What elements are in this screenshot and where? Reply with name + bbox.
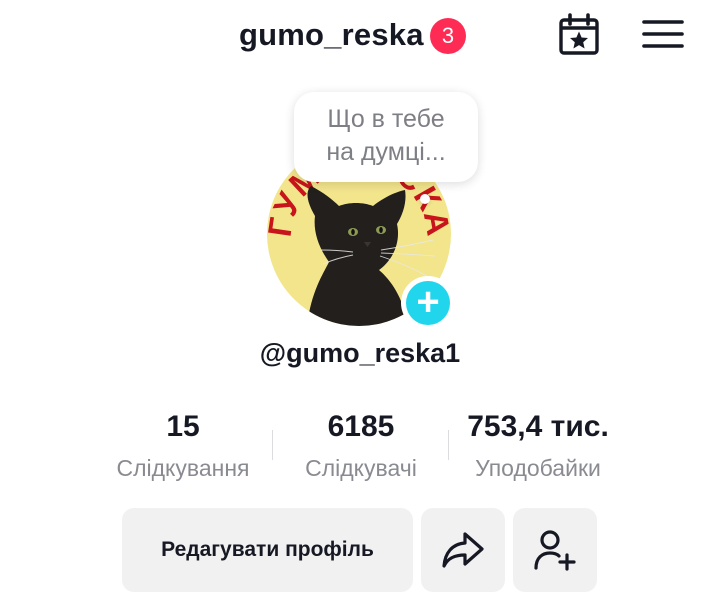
thought-bubble-tail (420, 194, 430, 204)
stat-divider (272, 430, 273, 460)
add-story-button[interactable]: + (401, 276, 455, 330)
likes-stat[interactable]: 753,4 тис. Уподобайки (453, 410, 623, 482)
plus-icon: + (406, 281, 450, 325)
calendar-button[interactable] (556, 12, 602, 58)
hamburger-menu-icon (642, 20, 684, 48)
profile-handle: @gumo_reska1 (259, 338, 461, 368)
followers-stat[interactable]: 6185 Слідкувачі (282, 410, 440, 482)
status-thought-bubble[interactable]: Що в тебе на думці... (294, 92, 478, 182)
following-stat[interactable]: 15 Слідкування (104, 410, 262, 482)
add-user-icon (534, 530, 576, 571)
followers-label: Слідкувачі (305, 455, 417, 481)
notification-badge[interactable]: 3 (430, 18, 466, 54)
share-arrow-icon (442, 532, 484, 568)
likes-count: 753,4 тис. (467, 410, 609, 443)
thought-bubble-line-2: на думці... (326, 138, 446, 166)
calendar-star-icon (559, 13, 599, 55)
likes-label: Уподобайки (475, 455, 601, 481)
thought-bubble-line-1: Що в тебе (327, 105, 445, 133)
following-count: 15 (166, 410, 200, 443)
profile-username-title[interactable]: gumo_reska (239, 17, 424, 53)
share-profile-button[interactable] (421, 508, 505, 592)
top-bar: gumo_reska 3 (0, 0, 720, 72)
stat-divider (448, 430, 449, 460)
add-friend-button[interactable] (513, 508, 597, 592)
menu-button[interactable] (640, 14, 686, 56)
followers-count: 6185 (327, 410, 395, 443)
edit-profile-button[interactable]: Редагувати профіль (122, 508, 413, 592)
following-label: Слідкування (116, 455, 250, 481)
